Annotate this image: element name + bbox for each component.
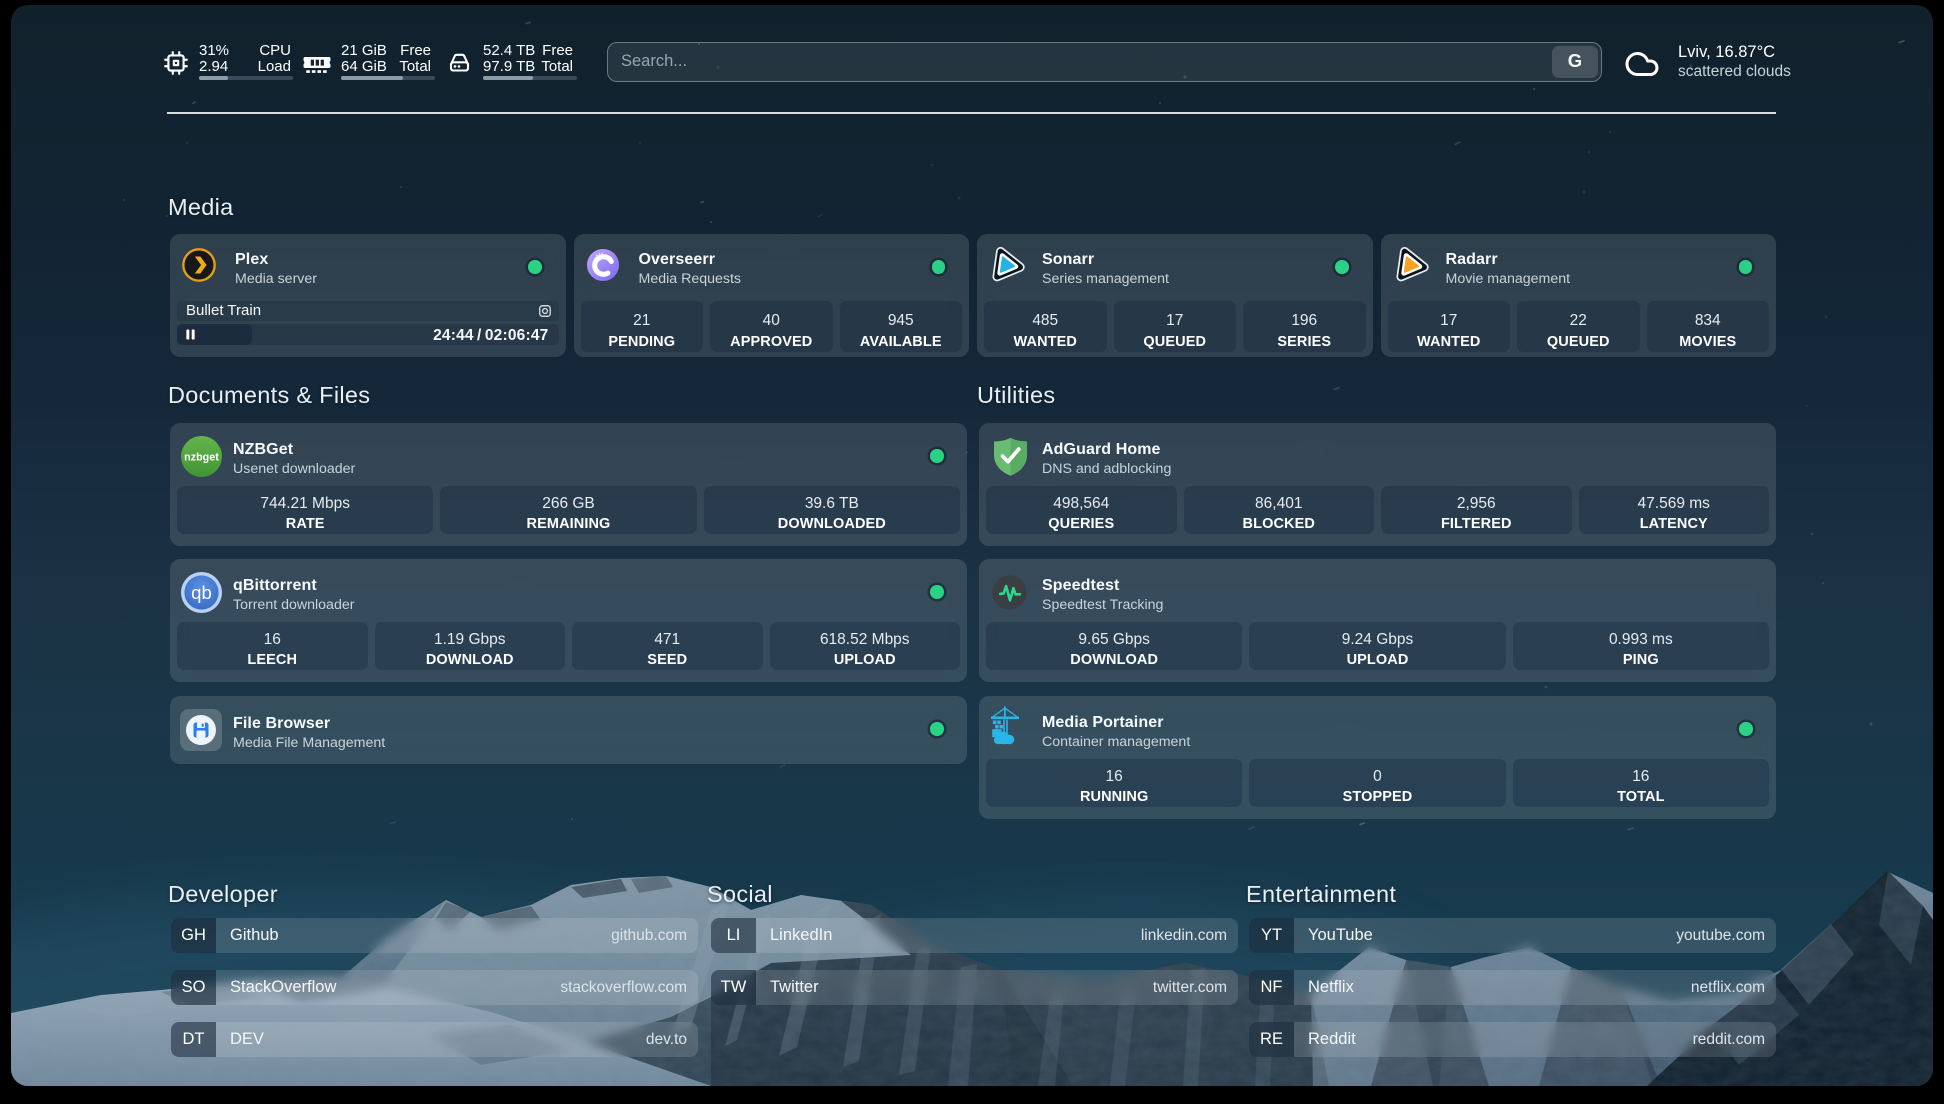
svg-text:qb: qb [191, 582, 212, 603]
svg-text:nzbget: nzbget [184, 451, 219, 463]
